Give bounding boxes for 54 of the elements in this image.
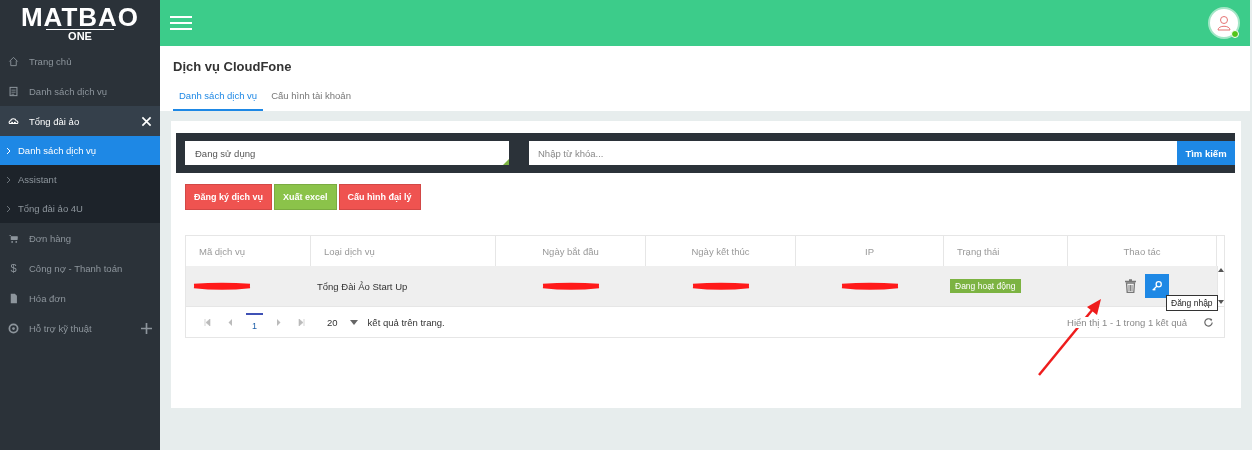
dropdown-caret-icon[interactable] bbox=[349, 319, 358, 325]
logo-title: MATBAO bbox=[20, 4, 140, 30]
corner-icon bbox=[503, 159, 509, 165]
sidebar-item[interactable]: Hỗ trợ kỹ thuật bbox=[0, 313, 160, 343]
status-badge: Đang hoạt động bbox=[950, 279, 1021, 293]
redaction-mark bbox=[840, 281, 900, 291]
document-icon bbox=[8, 292, 19, 304]
chevron-icon bbox=[6, 204, 12, 213]
search-button[interactable]: Tìm kiếm bbox=[1177, 141, 1235, 165]
sidebar-item[interactable]: Tổng đài ảo bbox=[0, 106, 160, 136]
cloud-icon bbox=[8, 115, 19, 127]
sidebar-item[interactable]: $ Công nợ - Thanh toán bbox=[0, 253, 160, 283]
redaction-mark bbox=[192, 281, 252, 291]
action-button[interactable]: Cấu hình đại lý bbox=[338, 184, 421, 210]
redaction-mark bbox=[691, 281, 751, 291]
sidebar-item[interactable]: Đơn hàng bbox=[0, 223, 160, 253]
logo-subtitle: ONE bbox=[46, 29, 114, 42]
avatar[interactable] bbox=[1208, 7, 1240, 39]
list-icon bbox=[8, 85, 19, 97]
dollar-icon: $ bbox=[8, 262, 19, 274]
user-icon bbox=[1216, 15, 1232, 31]
chevron-icon bbox=[6, 175, 12, 184]
refresh-icon[interactable] bbox=[1203, 316, 1214, 328]
plus-icon[interactable] bbox=[141, 322, 152, 334]
chevron-icon bbox=[6, 146, 12, 155]
sidebar-item[interactable]: Hóa đơn bbox=[0, 283, 160, 313]
sidebar-subitem[interactable]: Tổng đài ảo 4U bbox=[0, 194, 160, 223]
scroll-down-icon[interactable] bbox=[1218, 300, 1224, 304]
tab[interactable]: Danh sách dịch vụ bbox=[173, 86, 264, 111]
status-select[interactable]: Đang sử dụng bbox=[185, 141, 509, 165]
online-dot bbox=[1231, 30, 1239, 38]
tooltip: Đăng nhập bbox=[1166, 295, 1218, 311]
key-icon bbox=[1151, 279, 1163, 293]
sidebar-subitem[interactable]: Danh sách dịch vụ bbox=[0, 136, 160, 165]
scroll-up-icon[interactable] bbox=[1218, 268, 1224, 272]
tab[interactable]: Cấu hình tài khoản bbox=[265, 86, 357, 111]
redaction-mark bbox=[541, 281, 601, 291]
page-size-label: kết quả trên trang. bbox=[367, 316, 445, 328]
scrollbar[interactable] bbox=[1217, 266, 1224, 306]
sidebar-item[interactable]: Danh sách dịch vụ bbox=[0, 76, 160, 106]
sidebar-item[interactable]: Trang chủ bbox=[0, 46, 160, 76]
search-field[interactable]: Nhập từ khóa... bbox=[529, 141, 1177, 165]
page-button[interactable]: 1 bbox=[246, 313, 263, 331]
home-icon bbox=[8, 55, 19, 67]
cart-icon bbox=[8, 232, 19, 244]
sidebar-subitem[interactable]: Assistant bbox=[0, 165, 160, 194]
table-cell-text: Tổng Đài Ảo Start Up bbox=[316, 279, 409, 294]
results-summary: Hiển thị 1 - 1 trong 1 kết quả bbox=[1067, 316, 1187, 328]
action-button[interactable]: Đăng ký dịch vụ bbox=[185, 184, 273, 210]
trash-icon[interactable] bbox=[1124, 279, 1137, 293]
lifebuoy-icon bbox=[8, 322, 19, 334]
page-title: Dịch vụ CloudFone bbox=[173, 59, 293, 74]
close-icon[interactable] bbox=[141, 115, 152, 127]
page-size-value[interactable]: 20 bbox=[327, 316, 338, 328]
